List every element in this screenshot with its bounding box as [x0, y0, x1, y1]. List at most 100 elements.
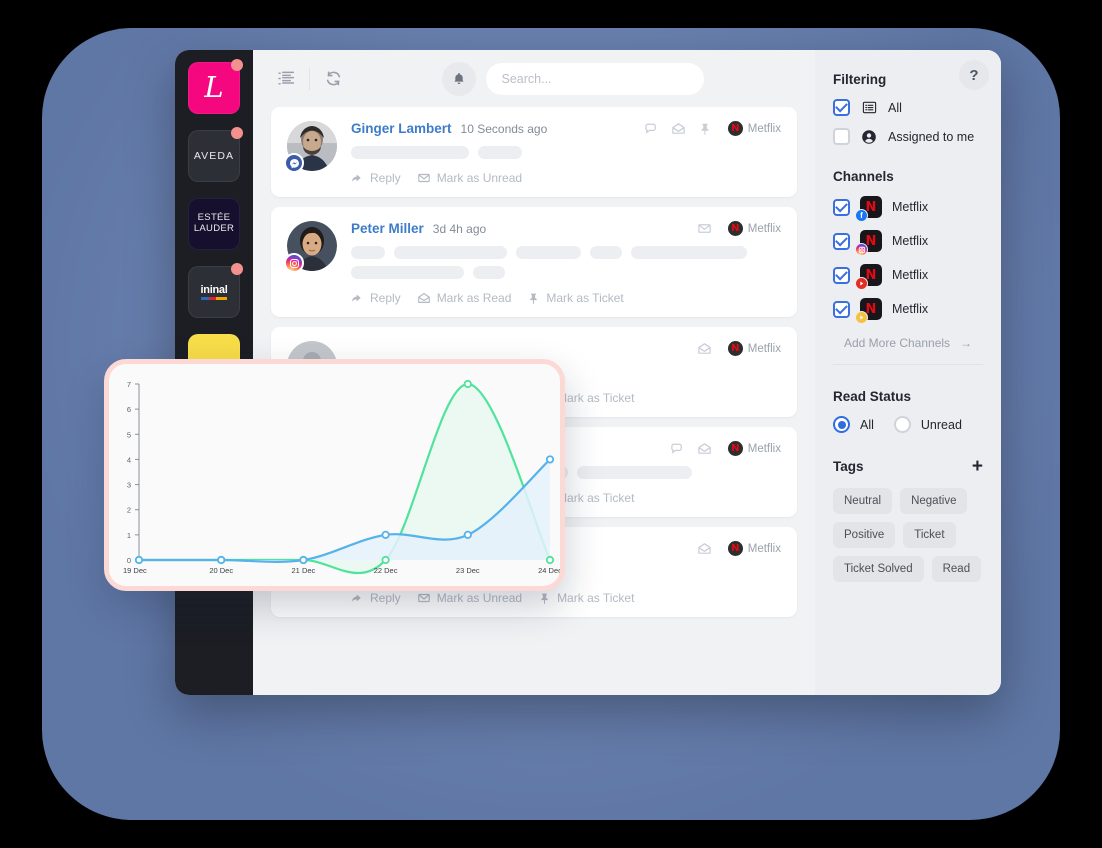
- channel-row-facebook[interactable]: N f Metflix: [833, 196, 983, 222]
- brand-logo-aveda: AVEDA: [193, 150, 235, 162]
- tag-neutral[interactable]: Neutral: [833, 488, 893, 514]
- read-status-group: All Unread: [833, 416, 983, 433]
- metflix-logo: N: [727, 121, 743, 136]
- add-tag-button[interactable]: +: [972, 457, 983, 476]
- instagram-icon: [284, 253, 304, 273]
- filter-option-label: Assigned to me: [888, 129, 975, 144]
- skeleton-bar: [394, 246, 507, 259]
- checkbox[interactable]: [833, 232, 850, 250]
- checkbox[interactable]: [833, 300, 850, 318]
- mark-as-ticket-label: Mark as Ticket: [557, 391, 635, 405]
- brand-tile-lancome[interactable]: L: [188, 59, 243, 114]
- add-more-channels-label: Add More Channels: [843, 336, 951, 350]
- bell-icon[interactable]: [441, 61, 476, 96]
- channel-name: Metflix: [747, 122, 781, 135]
- search-box[interactable]: [485, 62, 704, 95]
- person-icon: [860, 129, 878, 145]
- svg-text:19 Dec: 19 Dec: [123, 566, 147, 575]
- channel-row-instagram[interactable]: N Metflix: [833, 230, 983, 256]
- filter-option-all[interactable]: All: [833, 99, 983, 116]
- message-body: Ginger Lambert 10 Seconds ago N Metflix …: [351, 121, 781, 185]
- comment-icon[interactable]: [670, 441, 685, 456]
- svg-text:3: 3: [127, 481, 131, 490]
- svg-text:7: 7: [127, 380, 131, 389]
- message-preview-skeleton: [351, 246, 781, 279]
- channel-name: Metflix: [747, 442, 781, 455]
- channel-badge[interactable]: N Metflix: [727, 541, 781, 556]
- message-card[interactable]: Ginger Lambert 10 Seconds ago N Metflix …: [271, 107, 797, 197]
- mark-as-ticket-button[interactable]: Mark as Ticket: [527, 291, 624, 305]
- svg-text:1: 1: [127, 531, 131, 540]
- channel-label: Metflix: [892, 200, 929, 214]
- reply-button[interactable]: Reply: [351, 171, 401, 185]
- channel-badge[interactable]: N Metflix: [727, 221, 781, 236]
- checkbox[interactable]: [833, 266, 850, 284]
- skeleton-row: [351, 246, 781, 259]
- radio-all[interactable]: [833, 416, 850, 433]
- pin-icon[interactable]: [698, 122, 712, 136]
- channel-logo: N: [855, 298, 882, 324]
- svg-text:4: 4: [127, 455, 131, 464]
- messenger-icon: [284, 153, 304, 173]
- channel-badge[interactable]: N Metflix: [727, 341, 781, 356]
- play-icon: [855, 311, 868, 324]
- envelope-open-icon[interactable]: [671, 121, 686, 136]
- reply-button[interactable]: Reply: [351, 291, 401, 305]
- mark-as-unread-label: Mark as Unread: [436, 591, 523, 605]
- reply-label: Reply: [370, 171, 401, 185]
- help-icon[interactable]: ?: [959, 60, 989, 90]
- brand-tile-estee-lauder[interactable]: ESTÉE LAUDER: [188, 198, 240, 250]
- channel-row-play[interactable]: N Metflix: [833, 298, 983, 324]
- search-input[interactable]: [501, 71, 688, 86]
- mark-as-ticket-label: Mark as Ticket: [557, 591, 635, 605]
- add-more-channels-button[interactable]: Add More Channels →: [833, 336, 983, 350]
- checkbox[interactable]: [833, 128, 850, 145]
- brand-tile-ininal[interactable]: ininal: [188, 263, 243, 318]
- skeleton-row: [351, 146, 781, 159]
- checkbox[interactable]: [833, 99, 850, 116]
- tag-ticket[interactable]: Ticket: [903, 522, 956, 548]
- channel-badge[interactable]: N Metflix: [727, 121, 781, 136]
- sender-name[interactable]: Ginger Lambert: [351, 121, 452, 136]
- skeleton-bar: [351, 266, 464, 279]
- svg-text:5: 5: [127, 430, 131, 439]
- skeleton-bar: [631, 246, 747, 259]
- channel-badge[interactable]: N Metflix: [727, 441, 781, 456]
- brand-logo-ininal: ininal: [200, 284, 228, 300]
- mark-as-unread-button[interactable]: Mark as Unread: [417, 171, 522, 185]
- tag-read[interactable]: Read: [931, 556, 982, 582]
- reply-button[interactable]: Reply: [351, 591, 401, 605]
- checkbox[interactable]: [833, 198, 850, 216]
- envelope-icon[interactable]: [697, 221, 712, 236]
- filter-option-assigned-to-me[interactable]: Assigned to me: [833, 128, 983, 145]
- channel-row-youtube[interactable]: N Metflix: [833, 264, 983, 290]
- envelope-open-icon[interactable]: [697, 441, 712, 456]
- channel-logo: N: [855, 264, 882, 290]
- envelope-open-icon[interactable]: [697, 541, 712, 556]
- brand-tile-aveda[interactable]: AVEDA: [188, 127, 243, 182]
- mark-as-unread-button[interactable]: Mark as Unread: [417, 591, 522, 605]
- channels-title: Channels: [833, 169, 894, 184]
- refresh-icon[interactable]: [318, 64, 348, 94]
- read-status-title: Read Status: [833, 389, 912, 404]
- timestamp: 3d 4h ago: [432, 221, 487, 236]
- message-card[interactable]: Peter Miller 3d 4h ago N Metflix Reply M…: [271, 207, 797, 317]
- tag-ticket-solved[interactable]: Ticket Solved: [833, 556, 924, 582]
- envelope-open-icon[interactable]: [697, 341, 712, 356]
- mark-as-ticket-button[interactable]: Mark as Ticket: [538, 591, 634, 605]
- mark-as-read-button[interactable]: Mark as Read: [417, 291, 512, 305]
- unread-dot: [231, 127, 243, 139]
- list-view-icon[interactable]: [271, 64, 301, 94]
- analytics-chart-card[interactable]: 0 1 2 3 4 5 6 7 19 Dec 20 Dec 21 Dec 22 Dec 23 Dec 24…: [104, 359, 565, 591]
- message-header-icons: N Metflix: [697, 541, 781, 556]
- comment-icon[interactable]: [644, 121, 659, 136]
- svg-text:6: 6: [127, 405, 131, 414]
- mark-as-read-label: Mark as Read: [436, 291, 512, 305]
- tag-positive[interactable]: Positive: [833, 522, 896, 548]
- radio-unread[interactable]: [893, 416, 911, 433]
- mark-as-ticket-label: Mark as Ticket: [546, 291, 624, 305]
- tag-negative[interactable]: Negative: [900, 488, 968, 514]
- line-chart: 0 1 2 3 4 5 6 7 19 Dec 20 Dec 21 Dec 22 Dec 23 Dec 24…: [123, 379, 560, 575]
- read-status-label-all: All: [860, 417, 874, 432]
- sender-name[interactable]: Peter Miller: [351, 221, 424, 236]
